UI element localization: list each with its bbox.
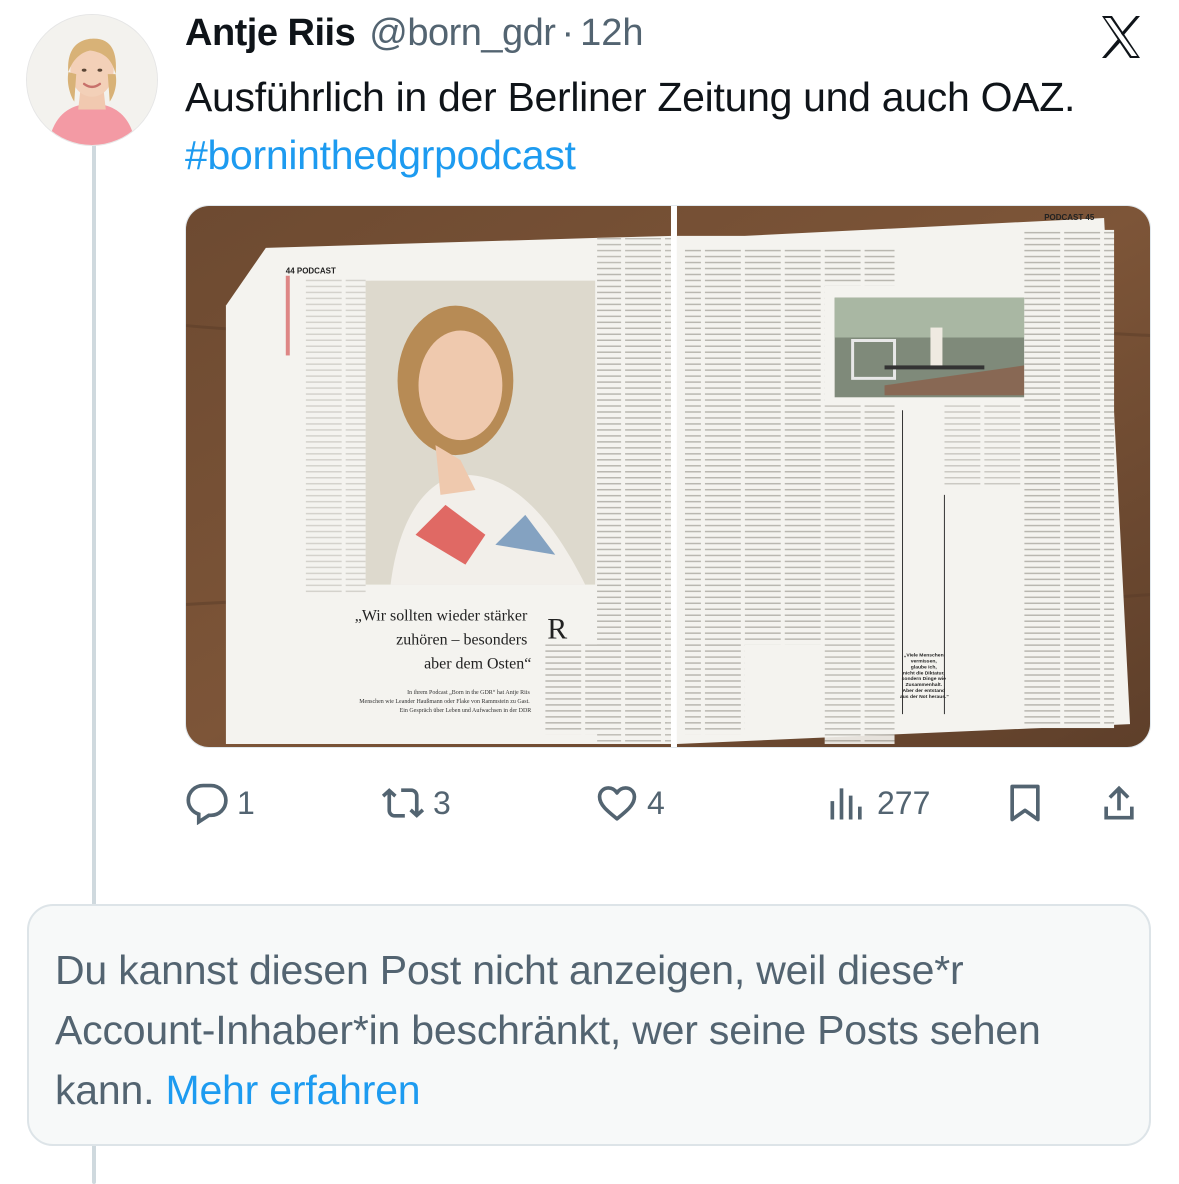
repost-count: 3 (433, 784, 451, 821)
notice-text-block: Du kannst diesen Post nicht anzeigen, we… (55, 940, 1123, 1120)
teaser-line-3: Ein Gespräch über Leben und Aufwachsen i… (400, 707, 532, 714)
reply-icon (186, 783, 228, 825)
headline-line-3: aber dem Osten“ (424, 655, 531, 672)
dropcap: R (547, 612, 567, 645)
display-name[interactable]: Antje Riis (185, 12, 356, 55)
bookmark-icon (1010, 784, 1040, 822)
teaser-line-2: Menschen wie Leander Haußmann oder Flake… (359, 698, 530, 705)
quote-line-8: aus der Not heraus.“ (900, 694, 949, 700)
post-header: Antje Riis @born_gdr · 12h (185, 12, 644, 60)
like-count: 4 (647, 784, 665, 821)
post-text: Ausführlich in der Berliner Zeitung und … (185, 68, 1125, 184)
headline-line-1: „Wir sollten wieder stärker (355, 607, 528, 624)
teaser-line-1: In ihrem Podcast „Born in the GDR“ hat A… (407, 689, 530, 696)
repost-button[interactable]: 3 (381, 776, 451, 830)
post-actions: 1 3 4 277 (185, 776, 1151, 830)
x-logo-icon[interactable] (1096, 12, 1146, 62)
page-label-left: 44 PODCAST (286, 267, 336, 276)
avatar-photo (27, 15, 157, 145)
reply-count: 1 (237, 784, 255, 821)
views-icon (830, 788, 862, 820)
reply-button[interactable]: 1 (185, 776, 255, 830)
repost-icon (381, 788, 425, 818)
like-button[interactable]: 4 (595, 776, 665, 830)
views-count: 277 (877, 784, 931, 821)
handle[interactable]: @born_gdr (369, 12, 556, 55)
learn-more-link[interactable]: Mehr erfahren (166, 1067, 421, 1113)
post-time[interactable]: 12h (580, 12, 643, 55)
share-button[interactable] (1097, 776, 1141, 830)
post-media-image[interactable]: 44 PODCAST PODCAST 45 „Wir sollten wiede… (185, 205, 1151, 748)
post-body-text: Ausführlich in der Berliner Zeitung und … (185, 74, 1076, 120)
avatar[interactable] (26, 14, 158, 146)
hashtag-link[interactable]: #borninthedgrpodcast (185, 132, 576, 178)
views-button[interactable]: 277 (825, 776, 930, 830)
header-separator: · (561, 12, 575, 54)
heart-icon (597, 786, 637, 821)
share-icon (1104, 785, 1134, 820)
headline-line-2: zuhören – besonders (396, 631, 527, 648)
restricted-post-notice: Du kannst diesen Post nicht anzeigen, we… (27, 904, 1151, 1146)
page-label-right: PODCAST 45 (1044, 213, 1095, 222)
bookmark-button[interactable] (1003, 776, 1047, 830)
newspaper-photo: 44 PODCAST PODCAST 45 „Wir sollten wiede… (186, 206, 1150, 747)
